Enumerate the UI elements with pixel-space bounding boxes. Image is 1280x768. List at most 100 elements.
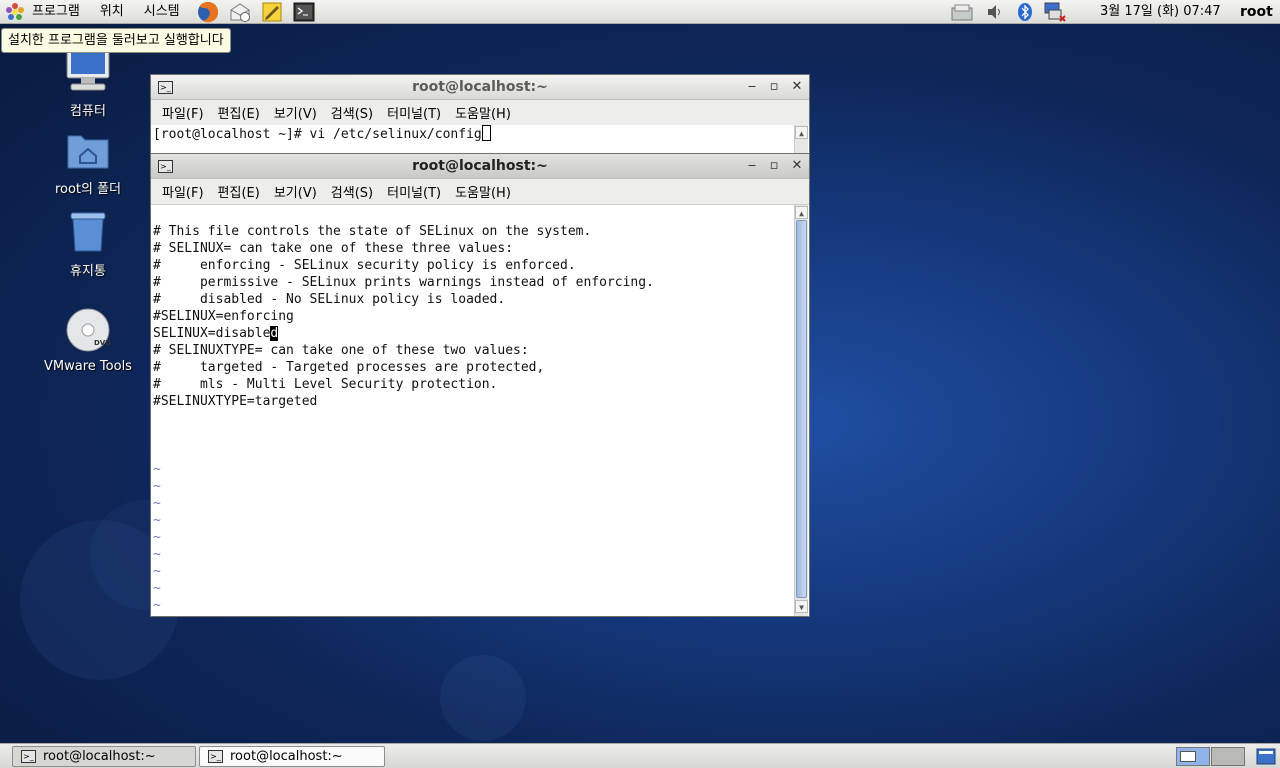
connection-status[interactable] — [1043, 0, 1067, 24]
background-decoration — [440, 655, 526, 741]
firefox-icon — [197, 1, 218, 22]
terminal-content[interactable]: # This file controls the state of SELinu… — [151, 205, 809, 616]
terminal-icon: >_ — [21, 750, 36, 763]
home-folder-icon — [67, 135, 109, 169]
workspace-2[interactable] — [1211, 747, 1245, 766]
maximize-button[interactable]: ▫ — [765, 157, 783, 175]
scrollbar[interactable]: ▲ ▼ — [794, 205, 808, 616]
menu-view[interactable]: 보기(V) — [267, 182, 324, 201]
bluetooth-status[interactable] — [1016, 0, 1034, 24]
bluetooth-icon — [1018, 3, 1032, 21]
vi-empty-line-marker: ~ — [153, 462, 161, 477]
menu-edit[interactable]: 편집(E) — [211, 182, 267, 201]
firefox-launcher[interactable] — [196, 1, 220, 23]
vi-empty-line-marker: ~ — [153, 547, 161, 562]
desktop-icon-trash[interactable]: 휴지통 — [33, 210, 143, 279]
menu-help[interactable]: 도움말(H) — [448, 182, 518, 201]
desktop-icon-label: root의 폴더 — [54, 182, 122, 197]
menu-edit[interactable]: 편집(E) — [211, 103, 267, 122]
maximize-button[interactable]: ▫ — [765, 78, 783, 96]
menu-applications[interactable]: 프로그램 — [0, 0, 90, 24]
menu-search[interactable]: 검색(S) — [324, 103, 380, 122]
taskbar-button-terminal[interactable]: >_ root@localhost:~ — [12, 746, 196, 767]
vi-empty-line-marker: ~ — [153, 598, 161, 613]
menu-terminal[interactable]: 터미널(T) — [380, 103, 448, 122]
prompt-command: [root@localhost ~]# vi /etc/selinux/conf… — [153, 127, 482, 142]
trash-small-icon — [1256, 748, 1276, 765]
user-menu[interactable]: root — [1240, 0, 1273, 24]
desktop-icon-vmware-tools[interactable]: DVD VMware Tools — [33, 307, 143, 374]
vi-line — [153, 206, 809, 223]
vi-line: SELINUX=disabled — [153, 326, 279, 341]
taskbar-button-label: root@localhost:~ — [230, 749, 343, 764]
network-icon — [951, 4, 973, 21]
vi-empty-line-marker: ~ — [153, 496, 161, 511]
vi-line — [153, 444, 809, 461]
desktop-icon-label: VMware Tools — [44, 359, 132, 374]
volume-control[interactable] — [985, 0, 1005, 24]
text-editor-icon — [262, 2, 282, 21]
menu-system[interactable]: 시스템 — [134, 0, 190, 24]
desktop-icon-home[interactable]: root의 폴더 — [33, 130, 143, 197]
speaker-icon — [988, 5, 1000, 19]
trash-applet[interactable] — [1256, 748, 1276, 765]
dvd-icon: DVD — [66, 308, 111, 352]
vi-empty-line-marker: ~ — [153, 513, 161, 528]
mail-clock-icon — [230, 2, 250, 22]
window-title: root@localhost:~ — [412, 158, 548, 174]
menu-terminal[interactable]: 터미널(T) — [380, 182, 448, 201]
desktop-icon-label: 휴지통 — [70, 264, 106, 279]
top-panel: 프로그램 위치 시스템 3월 17일 (화) 07:47 root — [0, 0, 1280, 24]
network-status[interactable] — [950, 0, 976, 24]
taskbar-button-label: root@localhost:~ — [43, 749, 156, 764]
minimize-button[interactable]: ‒ — [743, 157, 761, 175]
menu-view[interactable]: 보기(V) — [267, 103, 324, 122]
scroll-thumb[interactable] — [796, 220, 807, 598]
terminal-window-front[interactable]: >_ root@localhost:~ ‒ ▫ ✕ 파일(F) 편집(E) 보기… — [150, 153, 810, 617]
close-button[interactable]: ✕ — [788, 78, 806, 96]
vi-line: #SELINUX=enforcing — [153, 309, 294, 324]
vi-empty-line-marker: ~ — [153, 530, 161, 545]
menu-places[interactable]: 위치 — [90, 0, 134, 24]
mail-launcher[interactable] — [228, 1, 252, 23]
scroll-up-arrow[interactable]: ▲ — [795, 206, 808, 219]
terminal-line: [root@localhost ~]# vi /etc/selinux/conf… — [153, 125, 809, 142]
terminal-window-back[interactable]: >_ root@localhost:~ ‒ ▫ ✕ 파일(F) 편집(E) 보기… — [150, 74, 810, 164]
scroll-up-arrow[interactable]: ▲ — [795, 126, 808, 139]
trash-icon — [70, 212, 106, 252]
menu-file[interactable]: 파일(F) — [155, 182, 211, 201]
workspace-1[interactable] — [1176, 747, 1210, 766]
scroll-down-arrow[interactable]: ▼ — [795, 600, 808, 613]
window-titlebar[interactable]: >_ root@localhost:~ ‒ ▫ ✕ — [151, 75, 809, 100]
taskbar-button-terminal[interactable]: >_ root@localhost:~ — [199, 746, 385, 767]
vi-line: # disabled - No SELinux policy is loaded… — [153, 292, 506, 307]
close-button[interactable]: ✕ — [788, 157, 806, 175]
terminal-launcher[interactable] — [292, 1, 316, 23]
minimize-button[interactable]: ‒ — [743, 78, 761, 96]
window-titlebar[interactable]: >_ root@localhost:~ ‒ ▫ ✕ — [151, 154, 809, 179]
menu-applications-label: 프로그램 — [32, 3, 80, 19]
vi-line — [153, 410, 809, 427]
menu-search[interactable]: 검색(S) — [324, 182, 380, 201]
text-cursor: d — [270, 326, 279, 341]
svg-text:DVD: DVD — [94, 339, 111, 347]
terminal-icon: >_ — [208, 750, 223, 763]
vi-empty-line-marker: ~ — [153, 479, 161, 494]
vi-line: # permissive - SELinux prints warnings i… — [153, 275, 654, 290]
vi-line: #SELINUXTYPE=targeted — [153, 394, 318, 409]
vi-line: # enforcing - SELinux security policy is… — [153, 258, 576, 273]
vi-line — [153, 427, 809, 444]
window-menubar: 파일(F) 편집(E) 보기(V) 검색(S) 터미널(T) 도움말(H) — [151, 179, 809, 205]
vi-line: # targeted - Targeted processes are prot… — [153, 360, 545, 375]
bottom-panel: >_ root@localhost:~ >_ root@localhost:~ — [0, 743, 1280, 768]
menu-file[interactable]: 파일(F) — [155, 103, 211, 122]
clock[interactable]: 3월 17일 (화) 07:47 — [1100, 0, 1221, 24]
vi-empty-line-marker: ~ — [153, 581, 161, 596]
network-disconnected-icon — [1044, 2, 1066, 22]
text-cursor — [481, 125, 491, 141]
notes-launcher[interactable] — [260, 1, 284, 23]
desktop-icon-computer[interactable]: 컴퓨터 — [33, 44, 143, 119]
vi-buffer: # This file controls the state of SELinu… — [153, 206, 809, 614]
vi-line: # SELINUX= can take one of these three v… — [153, 241, 514, 256]
menu-help[interactable]: 도움말(H) — [448, 103, 518, 122]
